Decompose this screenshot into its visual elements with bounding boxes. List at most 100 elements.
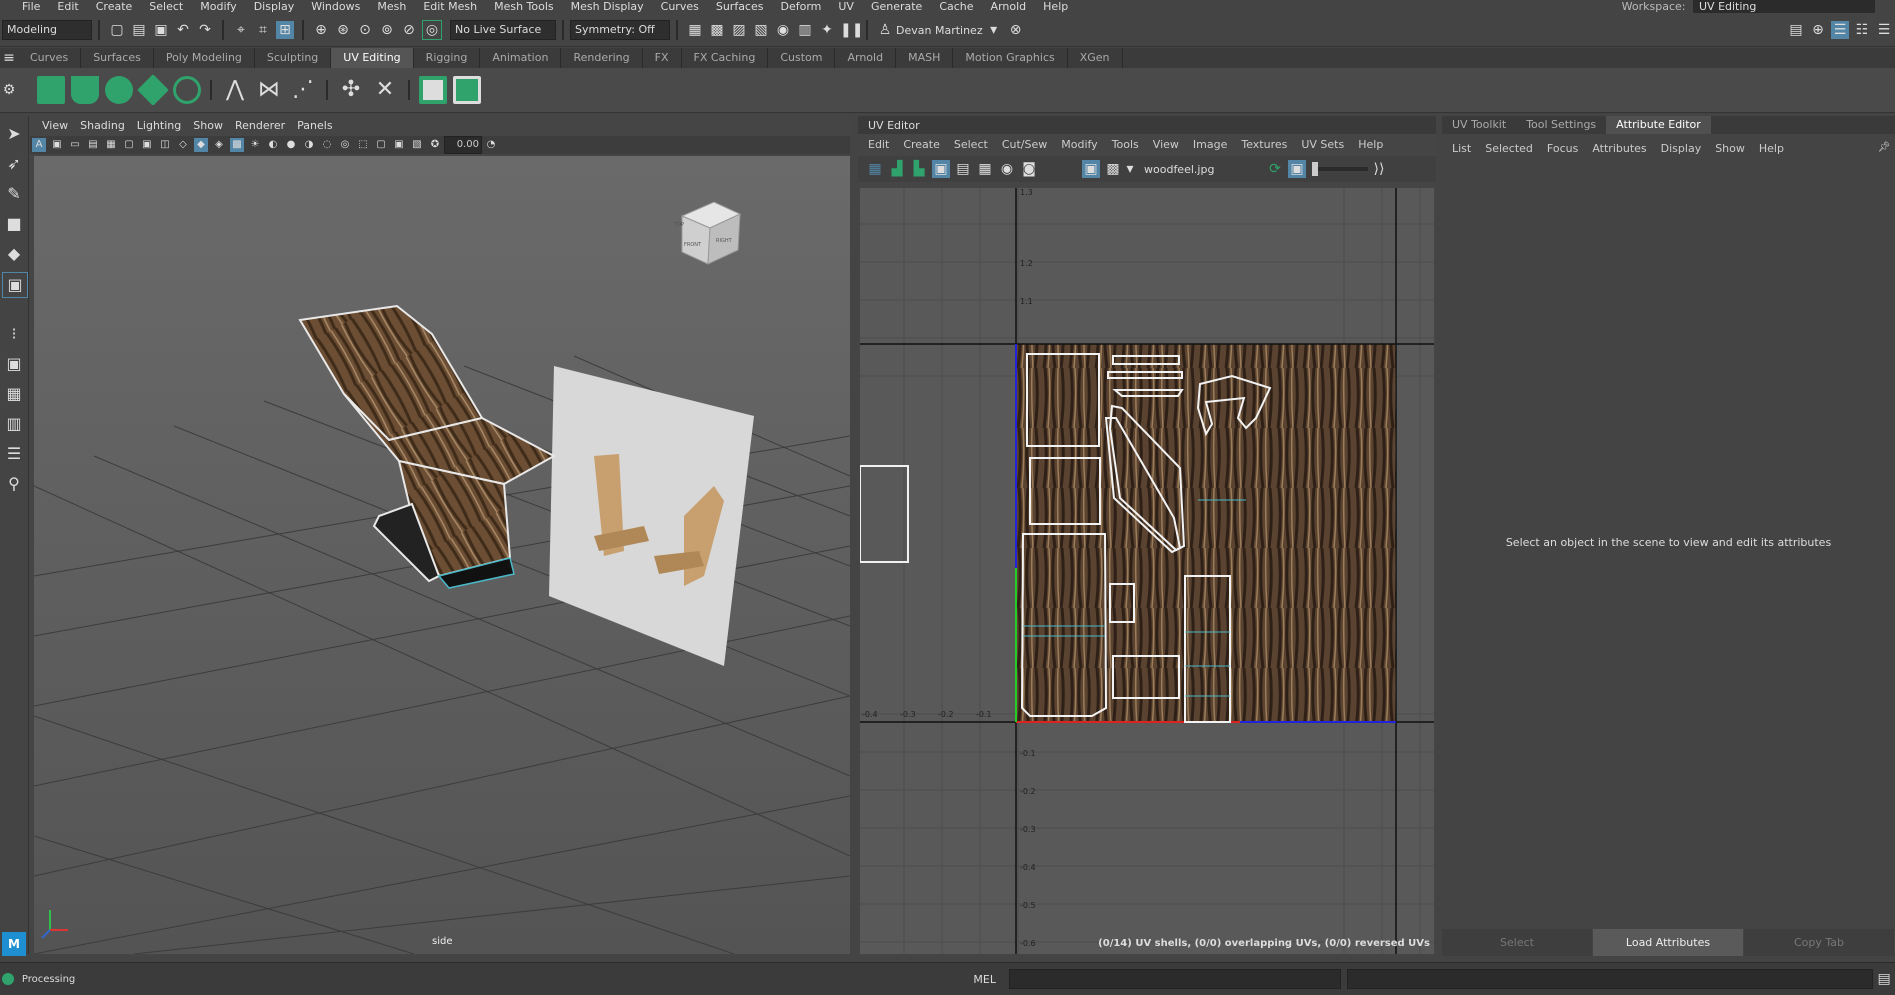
select-tool-icon[interactable]: ➤ xyxy=(2,122,26,146)
uv-more-icon[interactable]: ⟩⟩ xyxy=(1370,160,1388,178)
make-live-icon[interactable]: ◎ xyxy=(422,20,442,40)
depth-of-field-icon[interactable]: ◎ xyxy=(338,138,352,152)
tool-settings-icon[interactable]: ☷ xyxy=(1853,21,1871,39)
menu-surfaces[interactable]: Surfaces xyxy=(716,1,764,12)
uv-distortion-icon[interactable]: ▟ xyxy=(888,160,906,178)
workspace-dropdown[interactable]: UV Editing xyxy=(1693,0,1875,13)
tab-attribute-editor[interactable]: Attribute Editor xyxy=(1606,116,1711,134)
uv-menu-edit[interactable]: Edit xyxy=(868,138,889,151)
scale-tool-icon[interactable]: ▣ xyxy=(2,272,28,298)
snap-surface-icon[interactable]: ⊘ xyxy=(400,21,418,39)
viewport-menu-renderer[interactable]: Renderer xyxy=(235,116,285,136)
gamma-icon[interactable]: ◔ xyxy=(484,138,498,152)
uv-menu-uv-sets[interactable]: UV Sets xyxy=(1301,138,1344,151)
two-view-icon[interactable]: ▥ xyxy=(2,412,26,436)
menu-arnold[interactable]: Arnold xyxy=(991,1,1027,12)
shelf-tab-surfaces[interactable]: Surfaces xyxy=(81,48,154,68)
ae-menu-list[interactable]: List xyxy=(1452,142,1471,155)
view-cube[interactable] xyxy=(680,201,742,265)
menu-windows[interactable]: Windows xyxy=(311,1,360,12)
bookmark-icon[interactable]: ▭ xyxy=(68,138,82,152)
uv-checker-icon[interactable]: ▤ xyxy=(954,160,972,178)
antialias-icon[interactable]: ◌ xyxy=(320,138,334,152)
layout-uv-icon[interactable]: ✕ xyxy=(371,76,399,104)
uv-image-display-icon[interactable]: ▣ xyxy=(1082,160,1100,178)
image-plane-icon[interactable]: ▤ xyxy=(86,138,100,152)
menu-file[interactable]: File xyxy=(22,1,40,12)
cylindrical-map-icon[interactable] xyxy=(71,76,99,104)
render-settings-icon[interactable]: ▧ xyxy=(752,21,770,39)
shelf-tab-xgen[interactable]: XGen xyxy=(1068,48,1123,68)
new-scene-icon[interactable]: ▢ xyxy=(108,21,126,39)
exposure-icon[interactable]: ✪ xyxy=(428,138,442,152)
render-view-icon[interactable]: ▦ xyxy=(686,21,704,39)
load-attributes-button[interactable]: Load Attributes xyxy=(1593,929,1743,956)
cut-uv-icon[interactable]: ⋀ xyxy=(221,76,249,104)
menu-generate[interactable]: Generate xyxy=(871,1,922,12)
uv-menu-tools[interactable]: Tools xyxy=(1112,138,1139,151)
sew-uv-icon[interactable]: ⋈ xyxy=(255,76,283,104)
shelf-tab-curves[interactable]: Curves xyxy=(18,48,82,68)
snap-point-icon[interactable]: ⊙ xyxy=(356,21,374,39)
planar-map-icon[interactable] xyxy=(37,76,65,104)
uv-shell-border-icon[interactable]: ▦ xyxy=(866,160,884,178)
camera-attributes-icon[interactable]: ▣ xyxy=(50,138,64,152)
rotate-tool-icon[interactable]: ◆ xyxy=(2,242,26,266)
open-scene-icon[interactable]: ▤ xyxy=(130,21,148,39)
outliner-view-icon[interactable]: ☰ xyxy=(2,442,26,466)
menu-select[interactable]: Select xyxy=(149,1,183,12)
move-sew-icon[interactable]: ⋰ xyxy=(289,76,317,104)
ae-menu-attributes[interactable]: Attributes xyxy=(1592,142,1646,155)
ae-menu-focus[interactable]: Focus xyxy=(1547,142,1578,155)
tab-uv-toolkit[interactable]: UV Toolkit xyxy=(1442,116,1516,134)
shelf-tab-sculpting[interactable]: Sculpting xyxy=(255,48,332,68)
menu-edit[interactable]: Edit xyxy=(57,1,78,12)
pause-icon[interactable]: ❚❚ xyxy=(840,21,863,39)
viewport-3d[interactable]: TOP FRONT RIGHT side xyxy=(34,156,850,954)
checker-map-icon[interactable] xyxy=(419,76,447,104)
isolate-select-icon[interactable]: ⬚ xyxy=(356,138,370,152)
uv-menu-select[interactable]: Select xyxy=(954,138,988,151)
shelf-options-icon[interactable]: ⚙ xyxy=(2,81,16,99)
spherical-map-icon[interactable] xyxy=(105,76,133,104)
menu-edit-mesh[interactable]: Edit Mesh xyxy=(423,1,477,12)
last-tool-icon[interactable]: ⁝ xyxy=(2,322,26,346)
shelf-tab-custom[interactable]: Custom xyxy=(768,48,836,68)
symmetry-dropdown[interactable]: Symmetry: Off xyxy=(570,20,670,40)
viewport-menu-panels[interactable]: Panels xyxy=(297,116,332,136)
select-hierarchy-icon[interactable]: ⌖ xyxy=(232,21,250,39)
wireframe-on-shaded-icon[interactable]: ◈ xyxy=(212,138,226,152)
select-component-icon[interactable]: ⊞ xyxy=(276,21,294,39)
xray-components-icon[interactable]: ▧ xyxy=(410,138,424,152)
menu-curves[interactable]: Curves xyxy=(661,1,699,12)
uv-menu-image[interactable]: Image xyxy=(1193,138,1227,151)
mel-label[interactable]: MEL xyxy=(973,973,1003,986)
chevron-down-icon[interactable]: ▾ xyxy=(1126,160,1134,178)
chevron-down-icon[interactable]: ▾ xyxy=(985,21,1003,39)
uv-texture-borders-icon[interactable]: ▙ xyxy=(910,160,928,178)
uv-menu-help[interactable]: Help xyxy=(1358,138,1383,151)
ae-menu-selected[interactable]: Selected xyxy=(1485,142,1533,155)
shelf-tab-fx[interactable]: FX xyxy=(643,48,682,68)
ae-menu-display[interactable]: Display xyxy=(1661,142,1702,155)
shadows-icon[interactable]: ◐ xyxy=(266,138,280,152)
four-view-icon[interactable]: ▦ xyxy=(2,382,26,406)
lights-icon[interactable]: ☀ xyxy=(248,138,262,152)
snap-grid-icon[interactable]: ⊕ xyxy=(312,21,330,39)
shelf-tab-fx-caching[interactable]: FX Caching xyxy=(682,48,769,68)
ae-menu-help[interactable]: Help xyxy=(1759,142,1784,155)
uv-menu-textures[interactable]: Textures xyxy=(1241,138,1287,151)
menu-mesh[interactable]: Mesh xyxy=(377,1,406,12)
user-name[interactable]: Devan Martinez xyxy=(896,24,983,37)
attribute-editor-toggle-icon[interactable]: ☰ xyxy=(1831,21,1849,39)
texture-name-dropdown[interactable]: woodfeel.jpg xyxy=(1144,163,1264,176)
xray-joints-icon[interactable]: ▣ xyxy=(392,138,406,152)
shelf-tab-uv-editing[interactable]: UV Editing xyxy=(331,48,414,68)
shelf-tab-arnold[interactable]: Arnold xyxy=(835,48,897,68)
unfold-icon[interactable]: ✣ xyxy=(337,76,365,104)
shelf-tab-animation[interactable]: Animation xyxy=(480,48,562,68)
modeling-toolkit-icon[interactable]: ⊕ xyxy=(1809,21,1827,39)
redo-icon[interactable]: ↷ xyxy=(196,21,214,39)
select-object-icon[interactable]: ⌗ xyxy=(254,21,272,39)
viewport-menu-show[interactable]: Show xyxy=(193,116,223,136)
